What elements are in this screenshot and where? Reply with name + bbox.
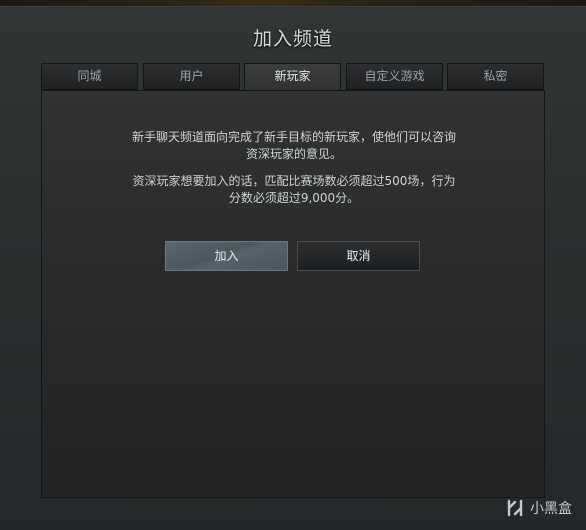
- join-channel-dialog: 加入频道 同城 用户 新玩家 自定义游戏 私密 新手聊天频道面向完成了新手目标的…: [0, 6, 586, 530]
- channel-tabs: 同城 用户 新玩家 自定义游戏 私密: [41, 63, 545, 92]
- watermark: 小黑盒: [505, 498, 572, 518]
- tab-private[interactable]: 私密: [447, 63, 544, 90]
- xiaoheihe-logo-icon: [507, 499, 523, 517]
- tab-local[interactable]: 同城: [41, 63, 138, 90]
- tab-content-panel: 新手聊天频道面向完成了新手目标的新玩家，使他们可以咨询资深玩家的意见。 资深玩家…: [41, 90, 545, 498]
- tab-user[interactable]: 用户: [143, 63, 240, 90]
- channel-description: 新手聊天频道面向完成了新手目标的新玩家，使他们可以咨询资深玩家的意见。: [131, 130, 456, 161]
- join-requirement: 资深玩家想要加入的话，匹配比赛场数必须超过500场，行为分数必须超过9,000分…: [132, 174, 456, 205]
- cancel-button[interactable]: 取消: [297, 241, 420, 271]
- join-button[interactable]: 加入: [165, 241, 288, 271]
- tab-custom-game[interactable]: 自定义游戏: [346, 63, 443, 90]
- dialog-title: 加入频道: [252, 28, 333, 50]
- tab-new-player[interactable]: 新玩家: [244, 63, 341, 92]
- watermark-text: 小黑盒: [530, 501, 572, 517]
